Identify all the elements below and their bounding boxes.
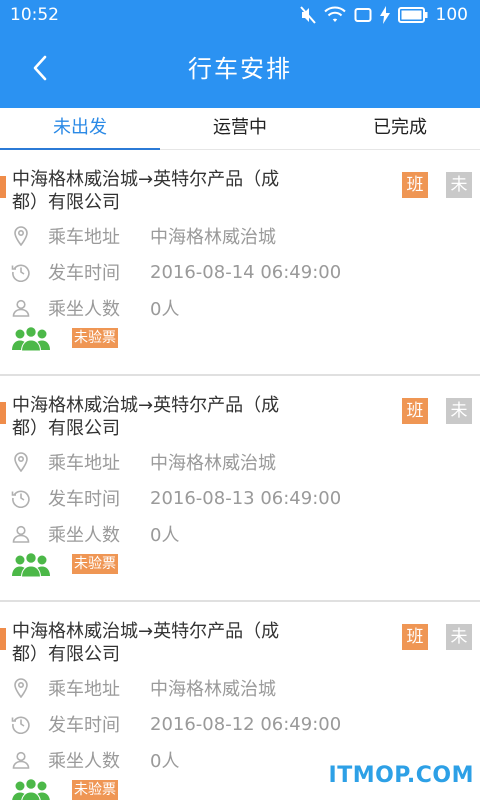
mute-icon [299,6,316,24]
trip-route: 中海格林威治城→英特尔产品（成都）有限公司 [12,169,280,213]
address-row: 乘车地址 中海格林威治城 [10,675,276,701]
tab-not-departed[interactable]: 未出发 [0,108,160,151]
tab-bar: 未出发 运营中 已完成 [0,108,480,151]
trip-route: 中海格林威治城→英特尔产品（成都）有限公司 [12,395,280,439]
status-badge: 未 [446,172,472,198]
group-people-icon [10,778,52,800]
departure-row: 发车时间 2016-08-14 06:49:00 [10,259,341,285]
status-time: 10:52 [10,5,59,25]
tab-in-operation[interactable]: 运营中 [160,108,320,149]
tab-completed[interactable]: 已完成 [320,108,480,149]
address-row: 乘车地址 中海格林威治城 [10,449,276,475]
person-icon [10,749,32,771]
passengers-row: 乘坐人数 0人 [10,521,179,547]
card-accent-bar [0,402,6,424]
location-pin-icon [10,677,32,699]
history-clock-icon [10,713,32,735]
status-icons: 100 [299,5,468,25]
address-label: 乘车地址 [48,679,120,700]
passengers-row: 乘坐人数 0人 [10,295,179,321]
trip-card[interactable]: 中海格林威治城→英特尔产品（成都）有限公司 班 未 乘车地址 中海格林威治城 发… [0,376,480,602]
passengers-label: 乘坐人数 [48,299,120,320]
ticket-status-tag: 未验票 [72,554,118,574]
location-pin-icon [10,225,32,247]
departure-row: 发车时间 2016-08-12 06:49:00 [10,711,341,737]
address-value: 中海格林威治城 [150,227,276,248]
address-value: 中海格林威治城 [150,453,276,474]
person-icon [10,523,32,545]
address-label: 乘车地址 [48,227,120,248]
departure-time: 2016-08-14 06:49:00 [150,261,342,283]
departure-label: 发车时间 [48,715,120,736]
trip-list[interactable]: 中海格林威治城→英特尔产品（成都）有限公司 班 未 乘车地址 中海格林威治城 发… [0,150,480,800]
battery-icon [397,7,428,23]
card-accent-bar [0,628,6,650]
wifi-icon [323,6,346,24]
address-value: 中海格林威治城 [150,679,276,700]
ticket-status-tag: 未验票 [72,780,118,800]
passengers-label: 乘坐人数 [48,751,120,772]
departure-row: 发车时间 2016-08-13 06:49:00 [10,485,341,511]
shift-badge: 班 [402,624,428,650]
shift-badge: 班 [402,172,428,198]
site-watermark: ITMOP.COM [328,763,474,788]
shift-badge: 班 [402,398,428,424]
trip-route: 中海格林威治城→英特尔产品（成都）有限公司 [12,621,280,665]
back-button[interactable] [22,52,58,88]
passengers-row: 乘坐人数 0人 [10,747,179,773]
status-badge: 未 [446,624,472,650]
history-clock-icon [10,487,32,509]
ticket-status-tag: 未验票 [72,328,118,348]
screen-icon [354,7,372,23]
card-accent-bar [0,176,6,198]
battery-level: 100 [435,5,468,25]
trip-card[interactable]: 中海格林威治城→英特尔产品（成都）有限公司 班 未 乘车地址 中海格林威治城 发… [0,150,480,376]
passengers-value: 0人 [150,299,180,320]
address-label: 乘车地址 [48,453,120,474]
passengers-value: 0人 [150,751,180,772]
departure-label: 发车时间 [48,263,120,284]
passengers-value: 0人 [150,525,180,546]
address-row: 乘车地址 中海格林威治城 [10,223,276,249]
passengers-label: 乘坐人数 [48,525,120,546]
group-people-icon [10,326,52,352]
title-bar: 行车安排 [0,30,480,108]
departure-time: 2016-08-13 06:49:00 [150,487,342,509]
location-pin-icon [10,451,32,473]
person-icon [10,297,32,319]
departure-label: 发车时间 [48,489,120,510]
history-clock-icon [10,261,32,283]
departure-time: 2016-08-12 06:49:00 [150,713,342,735]
chevron-left-icon [32,55,48,85]
app-header: 10:52 100 行车安排 [0,0,480,108]
status-badge: 未 [446,398,472,424]
status-bar: 10:52 100 [0,0,480,30]
charging-icon [379,6,390,24]
group-people-icon [10,552,52,578]
page-title: 行车安排 [188,54,292,83]
